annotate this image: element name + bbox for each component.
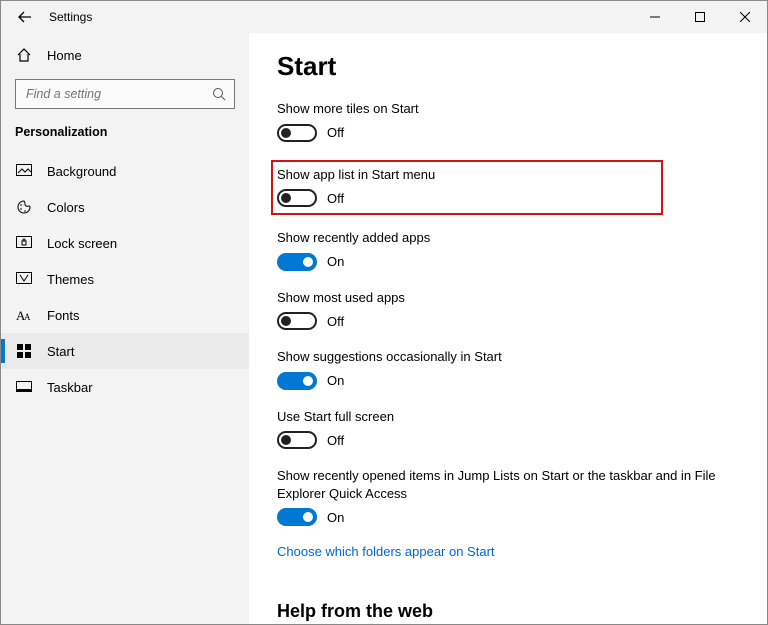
themes-icon	[15, 272, 33, 286]
window-title: Settings	[49, 10, 92, 24]
sidebar-item-lockscreen[interactable]: Lock screen	[1, 225, 249, 261]
setting-label: Show more tiles on Start	[277, 100, 717, 118]
setting-fullscreen: Use Start full screen Off	[277, 408, 739, 450]
toggle-most-used[interactable]	[277, 312, 317, 330]
setting-label: Show recently added apps	[277, 229, 717, 247]
setting-app-list: Show app list in Start menu Off	[271, 160, 663, 216]
toggle-state: On	[327, 254, 344, 269]
sidebar-item-start[interactable]: Start	[1, 333, 249, 369]
sidebar-home[interactable]: Home	[1, 37, 249, 73]
sidebar: Home Personalization Background Colors L…	[1, 33, 249, 624]
maximize-button[interactable]	[677, 1, 722, 33]
maximize-icon	[695, 12, 705, 22]
sidebar-item-label: Lock screen	[47, 236, 117, 251]
palette-icon	[15, 199, 33, 215]
sidebar-item-label: Colors	[47, 200, 85, 215]
sidebar-home-label: Home	[47, 48, 82, 63]
toggle-state: Off	[327, 191, 344, 206]
sidebar-item-colors[interactable]: Colors	[1, 189, 249, 225]
search-box[interactable]	[15, 79, 235, 109]
picture-icon	[15, 164, 33, 178]
setting-jumplists: Show recently opened items in Jump Lists…	[277, 467, 739, 526]
setting-label: Show most used apps	[277, 289, 717, 307]
setting-label: Show suggestions occasionally in Start	[277, 348, 717, 366]
setting-more-tiles: Show more tiles on Start Off	[277, 100, 739, 142]
toggle-state: On	[327, 373, 344, 388]
toggle-state: Off	[327, 314, 344, 329]
sidebar-item-fonts[interactable]: AA Fonts	[1, 297, 249, 333]
sidebar-item-label: Start	[47, 344, 74, 359]
setting-label: Use Start full screen	[277, 408, 717, 426]
sidebar-item-taskbar[interactable]: Taskbar	[1, 369, 249, 405]
toggle-app-list[interactable]	[277, 189, 317, 207]
page-title: Start	[277, 51, 739, 82]
close-icon	[740, 12, 750, 22]
toggle-recently-added[interactable]	[277, 253, 317, 271]
link-choose-folders[interactable]: Choose which folders appear on Start	[277, 544, 495, 559]
toggle-state: Off	[327, 433, 344, 448]
toggle-state: On	[327, 510, 344, 525]
lockscreen-icon	[15, 236, 33, 250]
setting-recently-added: Show recently added apps On	[277, 229, 739, 271]
toggle-more-tiles[interactable]	[277, 124, 317, 142]
home-icon	[15, 47, 33, 63]
back-button[interactable]	[1, 1, 49, 33]
toggle-jumplists[interactable]	[277, 508, 317, 526]
main-content: Start Show more tiles on Start Off Show …	[249, 33, 767, 624]
setting-suggestions: Show suggestions occasionally in Start O…	[277, 348, 739, 390]
help-header: Help from the web	[277, 601, 739, 622]
sidebar-item-label: Themes	[47, 272, 94, 287]
sidebar-item-label: Fonts	[47, 308, 80, 323]
minimize-icon	[650, 12, 660, 22]
search-icon	[212, 87, 226, 101]
sidebar-item-themes[interactable]: Themes	[1, 261, 249, 297]
svg-text:A: A	[24, 312, 31, 322]
sidebar-item-label: Background	[47, 164, 116, 179]
setting-label: Show recently opened items in Jump Lists…	[277, 467, 717, 502]
close-button[interactable]	[722, 1, 767, 33]
toggle-state: Off	[327, 125, 344, 140]
sidebar-category: Personalization	[1, 119, 249, 153]
setting-most-used: Show most used apps Off	[277, 289, 739, 331]
sidebar-item-background[interactable]: Background	[1, 153, 249, 189]
minimize-button[interactable]	[632, 1, 677, 33]
taskbar-icon	[15, 381, 33, 393]
toggle-suggestions[interactable]	[277, 372, 317, 390]
back-arrow-icon	[18, 10, 32, 24]
setting-label: Show app list in Start menu	[277, 166, 655, 184]
fonts-icon: AA	[15, 307, 33, 323]
search-input[interactable]	[24, 86, 212, 102]
sidebar-item-label: Taskbar	[47, 380, 93, 395]
start-icon	[15, 344, 33, 358]
toggle-fullscreen[interactable]	[277, 431, 317, 449]
